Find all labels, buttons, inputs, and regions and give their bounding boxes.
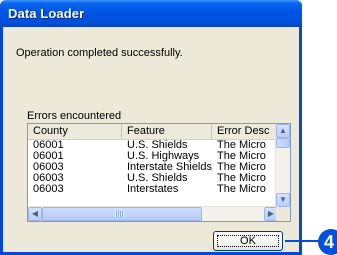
data-loader-dialog: Data Loader Operation completed successf… [0, 0, 302, 255]
vertical-scroll-thumb[interactable] [276, 138, 290, 148]
status-message: Operation completed successfully. [16, 47, 183, 59]
cell-county: 06003 [33, 184, 64, 195]
scrollbar-corner [276, 207, 290, 221]
cell-feature: Interstates [127, 184, 179, 195]
list-header: County Feature Error Desc [28, 124, 278, 140]
cell-error-description: The Micro [217, 184, 266, 195]
horizontal-scroll-thumb[interactable] [42, 207, 202, 221]
scroll-grip-icon [115, 211, 124, 217]
errors-list[interactable]: County Feature Error Desc 06001 U.S. Shi… [27, 123, 291, 222]
column-header-error-description[interactable]: Error Desc [212, 124, 278, 139]
cell-county: 06003 [33, 162, 64, 173]
cell-county: 06003 [33, 173, 64, 184]
column-header-county[interactable]: County [28, 124, 122, 139]
cell-error-description: The Micro [217, 151, 266, 162]
cell-feature: U.S. Highways [127, 151, 200, 162]
cell-feature: U.S. Shields [127, 173, 188, 184]
ok-button[interactable]: OK [213, 231, 283, 251]
callout-leader-line [285, 240, 321, 242]
table-row[interactable]: 06001 U.S. Highways The Micro [28, 151, 278, 162]
ok-button-label: OK [240, 235, 256, 247]
cell-error-description: The Micro [217, 140, 266, 151]
scroll-down-icon[interactable]: ▼ [276, 193, 290, 207]
scroll-up-icon[interactable]: ▲ [276, 124, 290, 138]
errors-label: Errors encountered [27, 110, 122, 122]
vertical-scrollbar[interactable]: ▲ ▼ [275, 124, 290, 207]
scroll-left-icon[interactable]: ◀ [28, 207, 42, 221]
cell-county: 06001 [33, 140, 64, 151]
table-row[interactable]: 06003 Interstate Shields The Micro [28, 162, 278, 173]
table-row[interactable]: 06003 Interstates The Micro [28, 184, 278, 195]
column-header-feature[interactable]: Feature [122, 124, 212, 139]
horizontal-scrollbar[interactable]: ◀ ▶ [28, 206, 278, 221]
title-bar[interactable]: Data Loader [0, 0, 302, 27]
list-body: 06001 U.S. Shields The Micro 06001 U.S. … [28, 140, 278, 195]
cell-error-description: The Micro [217, 162, 266, 173]
table-row[interactable]: 06003 U.S. Shields The Micro [28, 173, 278, 184]
window-title: Data Loader [8, 6, 85, 21]
cell-error-description: The Micro [217, 173, 266, 184]
cell-feature: Interstate Shields [127, 162, 212, 173]
cell-feature: U.S. Shields [127, 140, 188, 151]
cell-county: 06001 [33, 151, 64, 162]
callout-number-badge: 4 [318, 229, 337, 255]
table-row[interactable]: 06001 U.S. Shields The Micro [28, 140, 278, 151]
